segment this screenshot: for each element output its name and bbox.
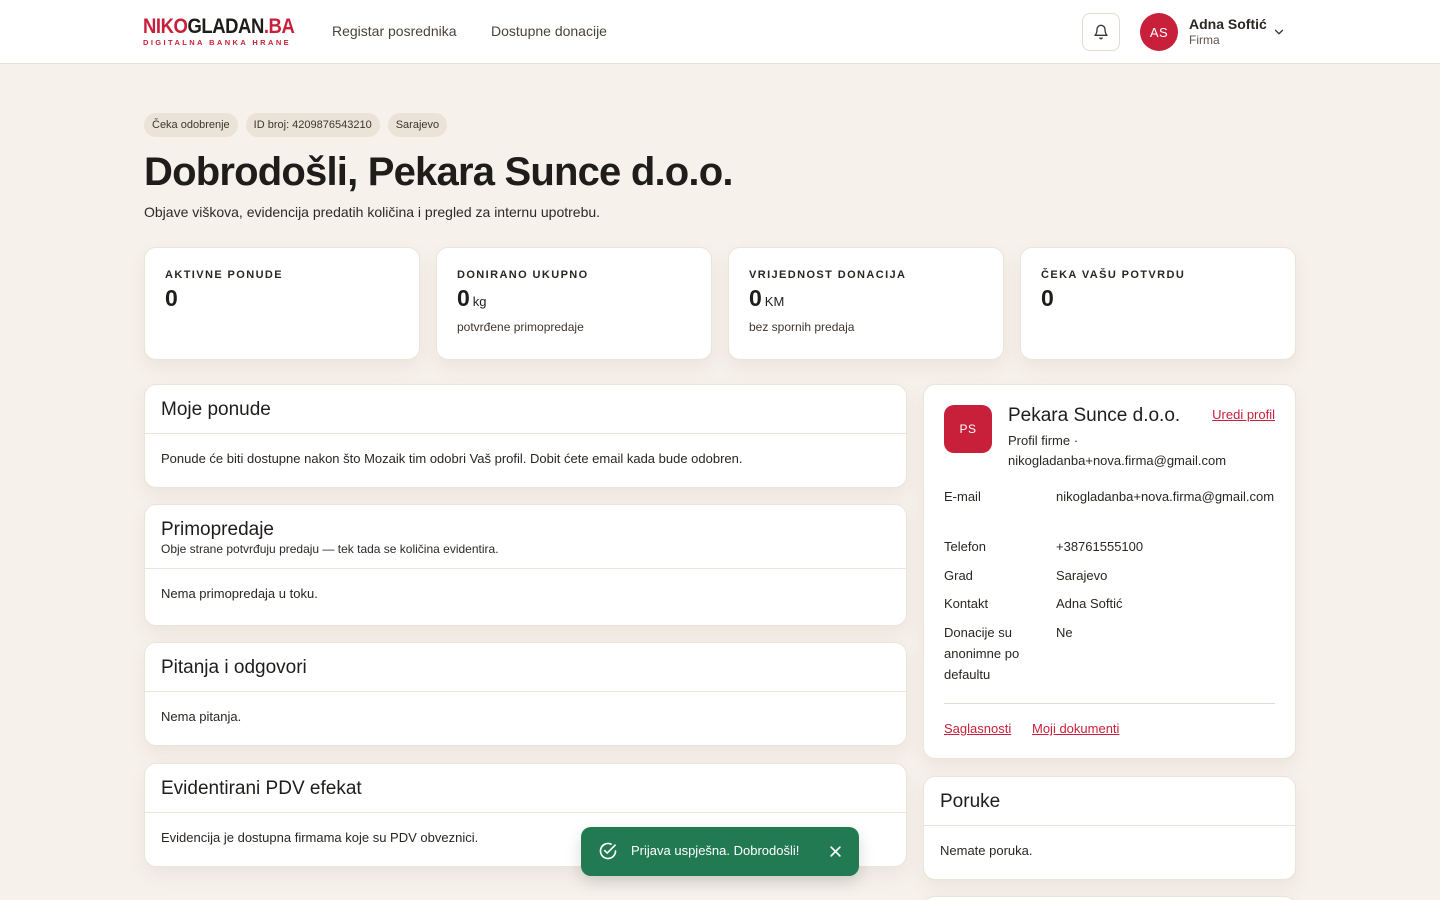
page-subtitle: Objave viškova, evidencija predatih koli…	[144, 204, 601, 220]
panel-description: Obje strane potvrđuju predaju — tek tada…	[161, 542, 499, 556]
stat-label: VRIJEDNOST DONACIJA	[749, 269, 907, 281]
logo-tagline: DIGITALNA BANKA HRANE	[143, 38, 292, 47]
panel-body: Ponude će biti dostupne nakon što Mozaik…	[161, 451, 743, 466]
panel-header: Pitanja i odgovori	[145, 643, 906, 692]
stat-unit: kg	[472, 294, 487, 309]
status-badge: Čeka odobrenje	[144, 113, 238, 137]
notifications-button[interactable]	[1082, 13, 1120, 51]
info-value: nikogladanba+nova.firma@gmail.com	[1056, 489, 1275, 504]
bell-icon	[1094, 24, 1108, 40]
stat-label: AKTIVNE PONUDE	[165, 269, 283, 281]
info-label: Kontakt	[944, 596, 989, 611]
panel-title: Pitanja i odgovori	[161, 657, 307, 678]
panel-title: Poruke	[940, 791, 1001, 812]
nav-link-registar-posrednika[interactable]: Registar posrednika	[332, 23, 457, 39]
stat-card-donirano-ukupno: DONIRANO UKUPNO 0 kg potvrđene primopreda…	[436, 247, 712, 360]
panel-next-partial	[923, 896, 1296, 900]
stat-card-aktivne-ponude: AKTIVNE PONUDE 0	[144, 247, 420, 360]
close-icon[interactable]	[828, 844, 843, 859]
panel-title: Primopredaje	[161, 519, 274, 540]
company-name: Pekara Sunce d.o.o.	[1008, 405, 1181, 426]
info-label: Telefon	[944, 539, 986, 554]
panel-header: Evidentirani PDV efekat	[145, 764, 906, 813]
panel-pitanja-i-odgovori: Pitanja i odgovori Nema pitanja.	[144, 642, 907, 746]
user-avatar[interactable]: AS	[1140, 13, 1178, 51]
stat-label: ČEKA VAŠU POTVRDU	[1041, 269, 1186, 281]
panel-moje-ponude: Moje ponude Ponude će biti dostupne nako…	[144, 384, 907, 488]
chevron-down-icon[interactable]	[1272, 25, 1286, 39]
info-label: E-mail	[944, 489, 981, 504]
info-label: Donacije su anonimne po defaultu	[944, 625, 1020, 682]
stat-label: DONIRANO UKUPNO	[457, 269, 589, 281]
check-circle-icon	[599, 842, 617, 860]
top-navigation-bar: NIKOGLADAN.BA DIGITALNA BANKA HRANE Regi…	[0, 0, 1440, 64]
panel-body: Nema pitanja.	[161, 709, 242, 724]
panel-primopredaje: Primopredaje Obje strane potvrđuju preda…	[144, 504, 907, 626]
panel-header: Primopredaje Obje strane potvrđuju preda…	[145, 505, 906, 569]
stat-note: potvrđene primopredaje	[457, 320, 584, 334]
panel-title: Moje ponude	[161, 399, 271, 420]
company-avatar: PS	[944, 405, 992, 453]
page-title: Dobrodošli, Pekara Sunce d.o.o.	[144, 150, 733, 194]
panel-title: Evidentirani PDV efekat	[161, 778, 362, 799]
site-logo[interactable]: NIKOGLADAN.BA DIGITALNA BANKA HRANE	[143, 15, 295, 48]
panel-poruke: Poruke Nemate poruka.	[923, 776, 1296, 880]
user-name[interactable]: Adna Softić	[1189, 16, 1267, 32]
info-label: Grad	[944, 568, 973, 583]
consents-link[interactable]: Saglasnosti	[944, 721, 1011, 736]
info-value: Ne	[1056, 625, 1073, 640]
stat-unit: KM	[764, 294, 785, 309]
profile-meta: Profil firme · nikogladanba+nova.firma@g…	[1008, 433, 1227, 468]
info-value: Adna Softić	[1056, 596, 1123, 611]
success-toast: Prijava uspješna. Dobrodošli!	[581, 827, 859, 876]
city-badge: Sarajevo	[387, 113, 448, 137]
user-role: Firma	[1189, 33, 1220, 47]
info-value: Sarajevo	[1056, 568, 1108, 583]
stat-value: 0 kg	[457, 285, 487, 311]
stat-card-ceka-potvrdu: ČEKA VAŠU POTVRDU 0	[1020, 247, 1296, 360]
edit-profile-link[interactable]: Uredi profil	[1212, 407, 1275, 422]
info-value: +38761555100	[1056, 539, 1144, 554]
panel-body: Nema primopredaja u toku.	[161, 586, 318, 601]
panel-body: Nemate poruka.	[940, 843, 1033, 858]
divider	[944, 703, 1275, 704]
my-documents-link[interactable]: Moji dokumenti	[1032, 721, 1119, 736]
stat-value: 0	[1041, 285, 1054, 311]
company-profile-card: PS Pekara Sunce d.o.o. Uredi profil Prof…	[923, 384, 1296, 759]
stat-value: 0	[165, 285, 178, 311]
logo-wordmark: NIKOGLADAN.BA	[143, 15, 295, 38]
panel-header: Moje ponude	[145, 385, 906, 434]
id-badge: ID broj: 4209876543210	[245, 113, 380, 137]
stat-note: bez spornih predaja	[749, 320, 855, 334]
stat-card-vrijednost-donacija: VRIJEDNOST DONACIJA 0 KM bez spornih pred…	[728, 247, 1004, 360]
status-tags: Čeka odobrenje ID broj: 4209876543210 Sa…	[144, 113, 448, 137]
toast-message: Prijava uspješna. Dobrodošli!	[631, 843, 800, 858]
nav-link-dostupne-donacije[interactable]: Dostupne donacije	[491, 23, 607, 39]
panel-header: Poruke	[924, 777, 1295, 826]
stat-value: 0 KM	[749, 285, 785, 311]
